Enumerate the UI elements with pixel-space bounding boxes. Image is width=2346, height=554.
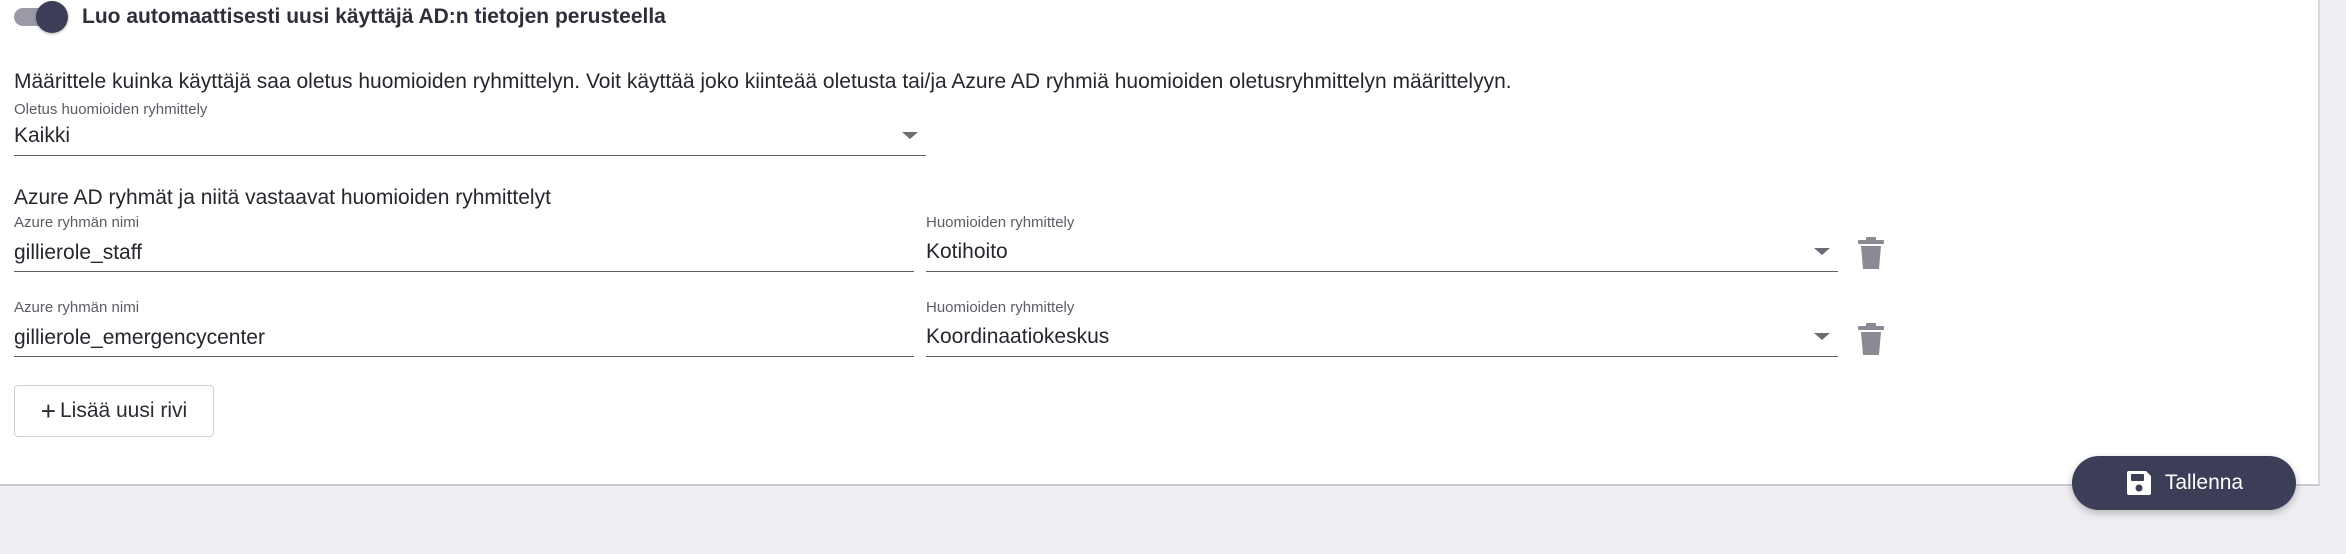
grouping-value: Koordinaatiokeskus	[926, 325, 1110, 348]
auto-create-row: Luo automaattisesti uusi käyttäjä AD:n t…	[14, 0, 666, 34]
azure-group-caption: Azure ryhmän nimi	[14, 214, 140, 231]
floppy-disk-icon	[2126, 471, 2151, 495]
caret-down-icon	[1814, 333, 1830, 340]
azure-group-name-input[interactable]	[14, 236, 914, 270]
add-row-button[interactable]: + Lisää uusi rivi	[14, 385, 214, 437]
default-grouping-caption: Oletus huomioiden ryhmittely	[14, 101, 208, 118]
auto-create-label: Luo automaattisesti uusi käyttäjä AD:n t…	[82, 5, 666, 28]
trash-icon[interactable]	[1856, 322, 1886, 356]
trash-icon[interactable]	[1856, 236, 1886, 270]
default-grouping-value: Kaikki	[14, 124, 71, 147]
grouping-caption: Huomioiden ryhmittely	[926, 299, 1075, 316]
add-row-label: Lisää uusi rivi	[59, 399, 188, 422]
grouping-description: Määrittele kuinka käyttäjä saa oletus hu…	[14, 70, 1512, 93]
plus-icon: +	[40, 396, 56, 426]
grouping-select[interactable]: Kotihoito	[926, 236, 1838, 272]
default-grouping-select[interactable]: Kaikki	[14, 120, 926, 156]
azure-group-name-field[interactable]	[14, 236, 914, 272]
settings-card: Luo automaattisesti uusi käyttäjä AD:n t…	[0, 0, 2320, 486]
azure-group-name-field[interactable]	[14, 321, 914, 357]
auto-create-toggle[interactable]	[14, 0, 68, 34]
caret-down-icon	[902, 132, 918, 139]
azure-group-caption: Azure ryhmän nimi	[14, 299, 140, 316]
toggle-knob	[36, 1, 68, 33]
azure-section-title: Azure AD ryhmät ja niitä vastaavat huomi…	[14, 186, 551, 209]
azure-group-name-input[interactable]	[14, 321, 914, 355]
save-button[interactable]: Tallenna	[2072, 456, 2296, 510]
save-label: Tallenna	[2164, 471, 2244, 494]
grouping-value: Kotihoito	[926, 240, 1008, 263]
grouping-select[interactable]: Koordinaatiokeskus	[926, 321, 1838, 357]
grouping-caption: Huomioiden ryhmittely	[926, 214, 1075, 231]
caret-down-icon	[1814, 248, 1830, 255]
